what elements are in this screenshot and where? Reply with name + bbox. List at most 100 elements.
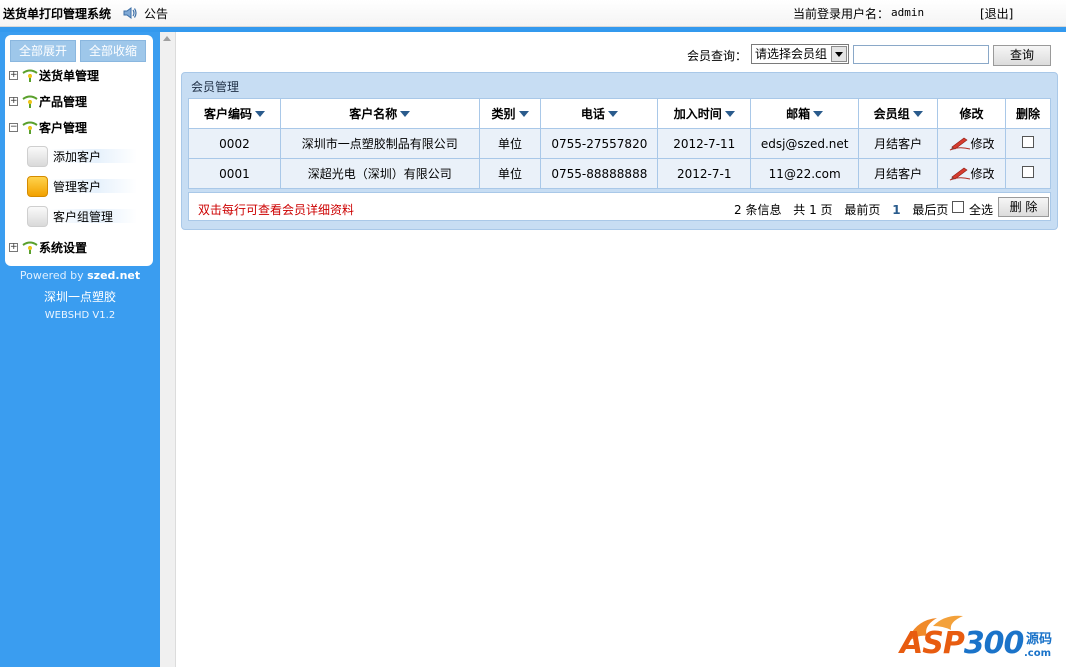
cell-code: 0002 — [188, 128, 281, 159]
table-header-row: 客户编码 客户名称 类别 电话 加入时间 邮箱 会员组 修改 删除 — [188, 98, 1052, 129]
watermark-side-text: 源码 — [1026, 632, 1053, 647]
cell-group: 月结客户 — [858, 128, 939, 159]
record-count: 2 条信息 — [734, 203, 782, 217]
watermark-logo: ASP300 — [900, 626, 1024, 661]
sort-down-icon[interactable] — [724, 111, 735, 117]
logout-link[interactable]: [退出] — [980, 5, 1013, 22]
sidebar-item-label: 添加客户 — [53, 150, 102, 164]
sidebar: 全部展开 全部收缩 + 送货单管理 + 产品管理 − 客户管理 添加客户 管理客… — [0, 32, 160, 667]
cell-joined: 2012-7-1 — [657, 158, 752, 189]
panel-title: 会员管理 — [191, 80, 240, 94]
powered-brand-link[interactable]: szed.net — [87, 269, 140, 282]
column-header-phone[interactable]: 电话 — [540, 98, 659, 129]
cell-delete — [1004, 128, 1052, 159]
member-management-panel: 会员管理 客户编码 客户名称 类别 电话 加入时间 邮箱 会员组 修改 删除 0… — [181, 72, 1058, 230]
folder-node-icon — [22, 95, 38, 108]
row-delete-checkbox[interactable] — [1021, 135, 1034, 148]
collapse-toggle-icon[interactable]: − — [9, 123, 18, 132]
folder-node-icon — [22, 121, 38, 134]
cell-edit: 修改 — [937, 128, 1006, 159]
delete-button[interactable]: 删 除 — [998, 197, 1049, 217]
active-page-icon — [27, 176, 48, 197]
pagination: 2 条信息 共 1 页 最前页 1 最后页 — [734, 201, 956, 218]
sort-down-icon[interactable] — [607, 111, 618, 117]
sort-down-icon[interactable] — [518, 111, 529, 117]
table-row[interactable]: 0001 深超光电（深圳）有限公司 单位 0755-88888888 2012-… — [188, 158, 1052, 189]
chevron-down-icon[interactable] — [831, 46, 847, 62]
column-header-type[interactable]: 类别 — [478, 98, 542, 129]
column-header-name[interactable]: 客户名称 — [279, 98, 480, 129]
sidebar-menu-panel: 全部展开 全部收缩 + 送货单管理 + 产品管理 − 客户管理 添加客户 管理客… — [5, 35, 153, 266]
expand-toggle-icon[interactable]: + — [9, 71, 18, 80]
sidebar-item-manage-customers[interactable]: 管理客户 — [25, 174, 150, 198]
search-button[interactable]: 查询 — [993, 45, 1051, 66]
cell-type: 单位 — [478, 158, 542, 189]
page-icon — [27, 206, 48, 227]
cell-delete — [1004, 158, 1052, 189]
cell-code: 0001 — [188, 158, 281, 189]
pencil-edit-icon[interactable] — [949, 135, 971, 151]
current-page: 1 — [892, 203, 901, 217]
cell-phone: 0755-88888888 — [540, 158, 659, 189]
member-search-input[interactable] — [853, 45, 989, 64]
column-header-code[interactable]: 客户编码 — [188, 98, 281, 129]
sidebar-item-customer-groups[interactable]: 客户组管理 — [25, 204, 150, 228]
company-name: 深圳一点塑胶 — [43, 290, 116, 304]
member-search-label: 会员查询： — [687, 49, 748, 63]
sidebar-menu-label: 产品管理 — [39, 95, 88, 109]
cell-email: edsj@szed.net — [750, 128, 860, 159]
cell-name: 深圳市一点塑胶制品有限公司 — [279, 128, 480, 159]
top-bar: 送货单打印管理系统 公告 当前登录用户名： admin [退出] — [0, 0, 1066, 27]
column-header-email[interactable]: 邮箱 — [750, 98, 860, 129]
last-page-link[interactable]: 最后页 — [912, 203, 948, 217]
column-header-delete: 删除 — [1004, 98, 1052, 129]
speaker-icon[interactable] — [122, 5, 138, 21]
member-group-select[interactable]: 请选择会员组 — [751, 44, 849, 64]
sort-down-icon[interactable] — [254, 111, 265, 117]
cell-group: 月结客户 — [858, 158, 939, 189]
member-group-select-value: 请选择会员组 — [755, 47, 828, 61]
app-title: 送货单打印管理系统 — [3, 7, 112, 21]
column-header-edit: 修改 — [937, 98, 1006, 129]
scroll-up-icon[interactable] — [163, 36, 171, 41]
sidebar-menu-label: 系统设置 — [39, 241, 88, 255]
sidebar-item-label: 管理客户 — [53, 180, 102, 194]
login-username: admin — [891, 6, 925, 19]
edit-link[interactable]: 修改 — [949, 167, 995, 181]
powered-by: Powered by szed.net — [19, 269, 141, 282]
pencil-edit-icon[interactable] — [949, 165, 971, 181]
sidebar-item-add-customer[interactable]: 添加客户 — [25, 144, 150, 168]
table-footer: 双击每行可查看会员详细资料 2 条信息 共 1 页 最前页 1 最后页 全选 删… — [188, 192, 1051, 221]
first-page-link[interactable]: 最前页 — [844, 203, 880, 217]
sidebar-item-label: 客户组管理 — [53, 210, 114, 224]
sort-down-icon[interactable] — [813, 111, 824, 117]
collapse-all-button[interactable]: 全部收缩 — [80, 40, 146, 62]
notice-link[interactable]: 公告 — [144, 5, 168, 22]
page-icon — [27, 146, 48, 167]
version-label: WEBSHD V1.2 — [44, 310, 116, 321]
member-table: 客户编码 客户名称 类别 电话 加入时间 邮箱 会员组 修改 删除 0002 深… — [188, 98, 1052, 189]
watermark-domain: .com — [1024, 648, 1052, 659]
edit-link[interactable]: 修改 — [949, 137, 995, 151]
folder-node-icon — [22, 69, 38, 82]
column-header-joined[interactable]: 加入时间 — [657, 98, 752, 129]
cell-email: 11@22.com — [750, 158, 860, 189]
row-delete-checkbox[interactable] — [1021, 165, 1034, 178]
select-all-checkbox[interactable] — [952, 201, 964, 213]
sort-down-icon[interactable] — [400, 111, 411, 117]
sort-down-icon[interactable] — [912, 111, 923, 117]
page-count: 共 1 页 — [793, 203, 833, 217]
cell-edit: 修改 — [937, 158, 1006, 189]
sidebar-menu-label: 送货单管理 — [39, 69, 100, 83]
select-all-label[interactable]: 全选 — [969, 201, 993, 218]
table-row[interactable]: 0002 深圳市一点塑胶制品有限公司 单位 0755-27557820 2012… — [188, 128, 1052, 159]
cell-phone: 0755-27557820 — [540, 128, 659, 159]
column-header-group[interactable]: 会员组 — [858, 98, 939, 129]
frame-scrollbar[interactable] — [160, 32, 176, 667]
expand-toggle-icon[interactable]: + — [9, 97, 18, 106]
cell-type: 单位 — [478, 128, 542, 159]
double-click-hint: 双击每行可查看会员详细资料 — [198, 203, 355, 217]
cell-name: 深超光电（深圳）有限公司 — [279, 158, 480, 189]
expand-all-button[interactable]: 全部展开 — [10, 40, 76, 62]
expand-toggle-icon[interactable]: + — [9, 243, 18, 252]
